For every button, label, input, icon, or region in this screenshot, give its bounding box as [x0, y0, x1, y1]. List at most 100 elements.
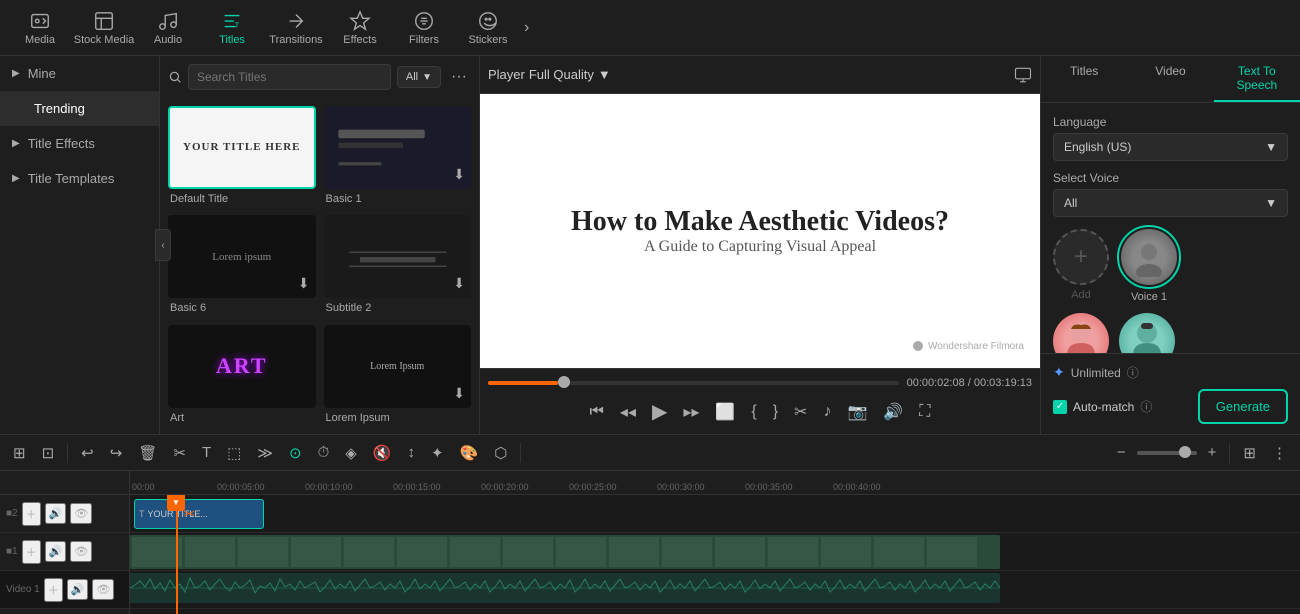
more-options-btn[interactable]: ··· [447, 64, 471, 90]
toolbar-stock-media[interactable]: Stock Media [72, 4, 136, 52]
art-text: ART [216, 353, 268, 379]
track2-eye-btn[interactable]: 👁 [70, 503, 92, 524]
title-card-lorem[interactable]: Lorem Ipsum ⬇ Lorem Ipsum [324, 325, 472, 426]
toolbar-stickers[interactable]: Stickers [456, 4, 520, 52]
cut-btn[interactable]: ✂ [168, 441, 191, 465]
toolbar-effects[interactable]: Effects [328, 4, 392, 52]
voice-card-add[interactable]: + Add [1053, 229, 1109, 301]
progress-bar[interactable] [488, 381, 899, 385]
zoom-slider[interactable] [1137, 451, 1197, 455]
step-back-btn[interactable]: ⏮ [586, 399, 608, 425]
search-input[interactable] [188, 64, 391, 90]
voice-card-jason[interactable]: Jason [1119, 313, 1175, 353]
settings-icon[interactable] [1014, 66, 1032, 84]
audio-track-btn[interactable]: ♪ [819, 399, 835, 425]
title-card-art[interactable]: ART Art [168, 325, 316, 426]
audio-clip[interactable]: // We'll draw this inline via a pattern [130, 573, 1000, 603]
split-btn[interactable]: ⊙ [284, 441, 307, 465]
title-thumb-subtitle2: ⬇ [324, 215, 472, 298]
ai-btn[interactable]: ✦ [426, 441, 449, 465]
left-panel-collapse-btn[interactable]: ‹ [155, 229, 171, 261]
voice-card-jenny[interactable]: Jenny [1053, 313, 1109, 353]
toolbar-titles[interactable]: T Titles [200, 4, 264, 52]
playhead-handle[interactable]: ▼ [167, 495, 185, 511]
zoom-in-btn[interactable]: + [1203, 441, 1222, 464]
quality-dropdown[interactable]: Full Quality ▼ [529, 67, 611, 82]
snapshot-btn[interactable]: 📷 [843, 398, 871, 426]
tab-titles[interactable]: Titles [1041, 56, 1127, 102]
layout-more-btn[interactable]: ⋮ [1267, 441, 1292, 465]
track2-audio-btn[interactable]: 🔊 [45, 503, 67, 524]
video1-eye-btn[interactable]: 👁 [92, 579, 114, 600]
video1-audio-btn[interactable]: 🔊 [67, 579, 89, 600]
text-edit-btn[interactable]: T [197, 441, 216, 464]
loop-btn[interactable]: ⬜ [711, 398, 739, 426]
title-card-basic6[interactable]: Lorem ipsum ⬇ Basic 6 [168, 215, 316, 316]
play-btn[interactable]: ▶ [648, 395, 671, 428]
title-card-default[interactable]: YOUR TITLE HERE Default Title [168, 106, 316, 207]
left-panel-title-effects[interactable]: ▶ Title Effects [0, 126, 159, 161]
toolbar-filters-label: Filters [409, 34, 439, 46]
color-btn[interactable]: 🎨 [455, 441, 484, 465]
toolbar-audio[interactable]: Audio [136, 4, 200, 52]
progress-knob[interactable] [558, 376, 570, 388]
left-panel-trending[interactable]: Trending [0, 91, 159, 126]
more-actions-btn[interactable]: ≫ [252, 441, 278, 465]
crop-btn[interactable]: ⬚ [222, 441, 246, 465]
preview-title: How to Make Aesthetic Videos? [571, 206, 949, 238]
tl-sep-3 [1229, 443, 1230, 463]
volume-btn[interactable]: 🔊 [879, 398, 907, 426]
layout-toggle-btn[interactable]: ⊞ [1238, 441, 1261, 465]
auto-match-checkbox[interactable] [1053, 400, 1067, 414]
motion-btn[interactable]: ⬡ [489, 441, 512, 465]
voice-filter-dropdown[interactable]: All ▼ [1053, 189, 1288, 217]
detach-audio-btn[interactable]: ↕ [403, 441, 421, 464]
filter-dropdown[interactable]: All ▼ [397, 66, 441, 88]
ripple-btn[interactable]: ⊡ [37, 441, 60, 465]
frame-back-btn[interactable]: ◂◂ [616, 398, 640, 426]
unlimited-info-icon[interactable]: ⓘ [1127, 364, 1139, 381]
left-panel-mine[interactable]: ▶ Mine [0, 56, 159, 91]
stabilize-btn[interactable]: ◈ [340, 441, 362, 465]
generate-button[interactable]: Generate [1198, 389, 1288, 424]
title-label-art: Art [168, 412, 316, 424]
delete-btn[interactable]: 🗑 [133, 441, 162, 465]
tab-video[interactable]: Video [1127, 56, 1213, 102]
unlimited-label: Unlimited [1071, 366, 1121, 380]
snap-btn[interactable]: ⊞ [8, 441, 31, 465]
mark-in-btn[interactable]: { [747, 399, 760, 425]
speed-btn[interactable]: ⏱ [313, 441, 335, 464]
track1-eye-btn[interactable]: 👁 [70, 541, 92, 562]
auto-match-info-icon[interactable]: ⓘ [1140, 398, 1152, 415]
zoom-out-btn[interactable]: − [1112, 441, 1131, 464]
video1-add-btn[interactable]: ＋ [44, 578, 63, 602]
voice1-selected-ring [1119, 227, 1179, 287]
toolbar-transitions[interactable]: Transitions [264, 4, 328, 52]
voice-filter-chevron: ▼ [1265, 196, 1277, 210]
add-voice-btn[interactable]: + [1053, 229, 1109, 285]
fullscreen-btn[interactable]: ⛶ [915, 399, 934, 425]
left-panel-title-templates[interactable]: ▶ Title Templates [0, 161, 159, 196]
ruler-35: 00:00:35:00 [745, 482, 793, 492]
toolbar-media[interactable]: Media [8, 4, 72, 52]
track2-add-btn[interactable]: ＋ [22, 502, 41, 526]
redo-btn[interactable]: ↪ [105, 441, 128, 465]
voice-card-voice1[interactable]: Voice 1 [1119, 227, 1179, 303]
track1-audio-btn[interactable]: 🔊 [45, 541, 67, 562]
preview-watermark: Wondershare Filmora [912, 340, 1024, 352]
language-dropdown[interactable]: English (US) ▼ [1053, 133, 1288, 161]
video-clip[interactable] [130, 535, 1000, 569]
track1-add-btn[interactable]: ＋ [22, 540, 41, 564]
undo-btn[interactable]: ↩ [76, 441, 99, 465]
subtitle2-preview [326, 217, 470, 296]
mark-out-btn[interactable]: } [769, 399, 782, 425]
title-clip[interactable]: T YOUR TITLE... ✂ [134, 499, 264, 529]
toolbar-filters[interactable]: Filters [392, 4, 456, 52]
frame-forward-btn[interactable]: ▸▸ [679, 398, 703, 426]
mute-btn[interactable]: 🔇 [368, 441, 397, 465]
tab-text-to-speech[interactable]: Text To Speech [1214, 56, 1300, 102]
clip-btn[interactable]: ✂ [790, 398, 811, 426]
title-card-basic1[interactable]: ⬇ Basic 1 [324, 106, 472, 207]
title-card-subtitle2[interactable]: ⬇ Subtitle 2 [324, 215, 472, 316]
toolbar-expand[interactable]: › [524, 19, 529, 37]
